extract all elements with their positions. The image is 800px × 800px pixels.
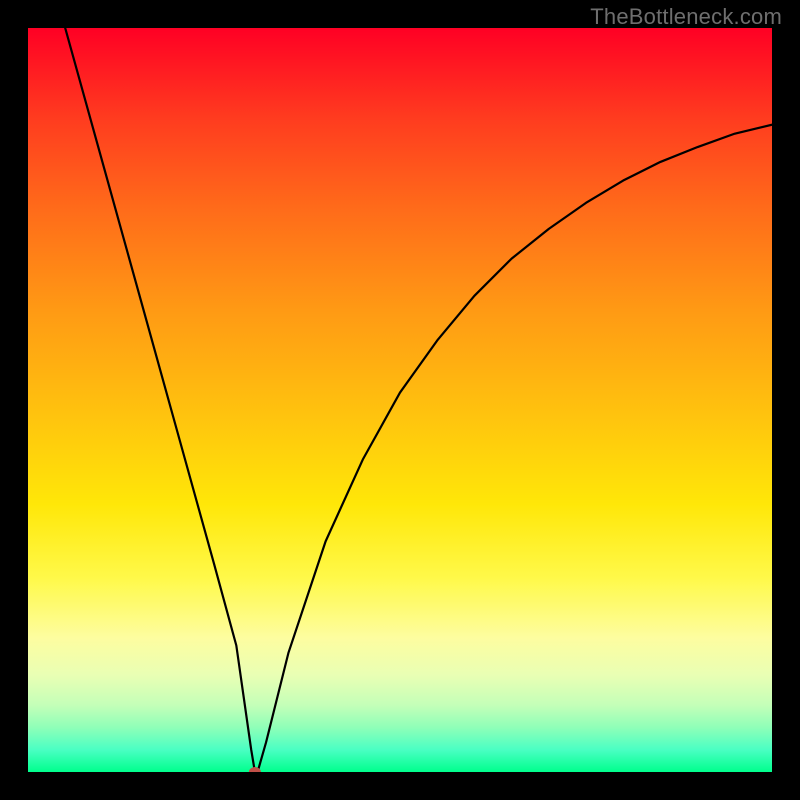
- curve-svg: [28, 28, 772, 772]
- plot-area: [28, 28, 772, 772]
- chart-frame: TheBottleneck.com: [0, 0, 800, 800]
- watermark-text: TheBottleneck.com: [590, 4, 782, 30]
- minimum-marker: [249, 767, 261, 772]
- bottleneck-curve: [65, 28, 772, 772]
